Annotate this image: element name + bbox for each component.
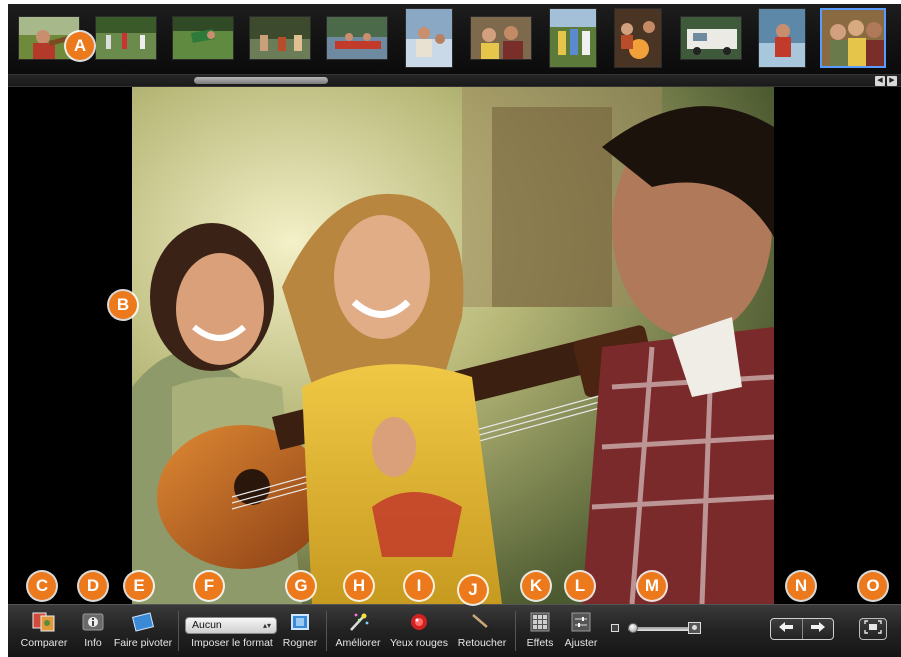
compare-button[interactable]: Comparer [18, 611, 70, 649]
effects-button[interactable]: Effets [522, 611, 558, 649]
compare-icon [31, 611, 57, 633]
scroll-left-icon[interactable]: ◀ [875, 76, 885, 86]
toolbar: Comparer Info Faire pivoter Aucun ▴▾ Imp… [8, 604, 901, 657]
callout-e: E [125, 572, 153, 600]
rotate-icon [130, 611, 156, 633]
arrow-right-icon [810, 620, 826, 638]
callout-a: A [66, 32, 94, 60]
thumbnail-strip [8, 4, 901, 74]
callout-i: I [405, 572, 433, 600]
callout-n: N [787, 572, 815, 600]
thumbnail-8[interactable] [549, 8, 597, 68]
format-tool: Imposer le format [186, 611, 278, 649]
zoom-small-icon [611, 624, 619, 632]
red-eye-icon [406, 611, 432, 633]
info-icon [80, 611, 106, 633]
zoom-large-icon [688, 622, 701, 634]
thumbnail-4[interactable] [249, 16, 311, 60]
magic-wand-icon [345, 611, 371, 633]
enhance-label: Améliorer [335, 637, 381, 649]
callout-b: B [109, 291, 137, 319]
retouch-button[interactable]: Retoucher [455, 611, 509, 649]
callout-h: H [345, 572, 373, 600]
callout-f: F [195, 572, 223, 600]
brush-icon [469, 611, 495, 633]
callout-c: C [28, 572, 56, 600]
adjust-label: Ajuster [564, 637, 598, 649]
thumbnail-11[interactable] [758, 8, 806, 68]
fullscreen-button[interactable] [859, 618, 887, 640]
callout-o: O [859, 572, 887, 600]
toolbar-separator [326, 611, 327, 651]
photo-editor-window: ◀ ▶ Comparer Info Faire pivoter Aucun ▴▾… [8, 4, 901, 657]
retouch-label: Retoucher [457, 637, 507, 649]
info-button[interactable]: Info [78, 611, 108, 649]
thumbnail-5[interactable] [326, 16, 388, 60]
compare-label: Comparer [20, 637, 68, 649]
photo-viewer [8, 87, 901, 604]
thumbnail-12[interactable] [820, 8, 886, 68]
thumbnail-2[interactable] [95, 16, 157, 60]
crop-icon [287, 611, 313, 633]
callout-k: K [522, 572, 550, 600]
fullscreen-icon [864, 619, 882, 639]
effects-label: Effets [526, 637, 554, 649]
effects-grid-icon [527, 611, 553, 633]
thumbnail-10[interactable] [680, 16, 742, 60]
zoom-slider[interactable] [628, 623, 696, 635]
zoom-slider-knob[interactable] [628, 623, 638, 633]
enhance-button[interactable]: Améliorer [333, 611, 383, 649]
rotate-button[interactable]: Faire pivoter [110, 611, 176, 649]
filmstrip-scroll-thumb[interactable] [194, 77, 328, 84]
toolbar-separator [178, 611, 179, 651]
next-button[interactable] [801, 619, 834, 639]
callout-l: L [566, 572, 594, 600]
rotate-label: Faire pivoter [113, 637, 173, 649]
adjust-button[interactable]: Ajuster [560, 611, 602, 649]
thumbnail-3[interactable] [172, 16, 234, 60]
redeye-label: Yeux rouges [390, 637, 448, 649]
toolbar-separator [515, 611, 516, 651]
filmstrip-scrollbar[interactable]: ◀ ▶ [8, 74, 901, 87]
format-label: Imposer le format [191, 637, 273, 649]
navigation-group [770, 618, 834, 640]
crop-label: Rogner [282, 637, 318, 649]
callout-d: D [79, 572, 107, 600]
crop-button[interactable]: Rogner [281, 611, 319, 649]
callout-j: J [459, 576, 487, 604]
callout-m: M [638, 572, 666, 600]
main-photo[interactable] [132, 87, 774, 604]
thumbnail-6[interactable] [405, 8, 453, 68]
redeye-button[interactable]: Yeux rouges [388, 611, 450, 649]
info-label: Info [84, 637, 102, 649]
callout-g: G [287, 572, 315, 600]
zoom-slider-track [628, 627, 696, 631]
sliders-icon [568, 611, 594, 633]
arrow-left-icon [778, 620, 794, 638]
previous-button[interactable] [771, 619, 802, 639]
thumbnail-7[interactable] [470, 16, 532, 60]
scroll-right-icon[interactable]: ▶ [887, 76, 897, 86]
thumbnail-9[interactable] [614, 8, 662, 68]
